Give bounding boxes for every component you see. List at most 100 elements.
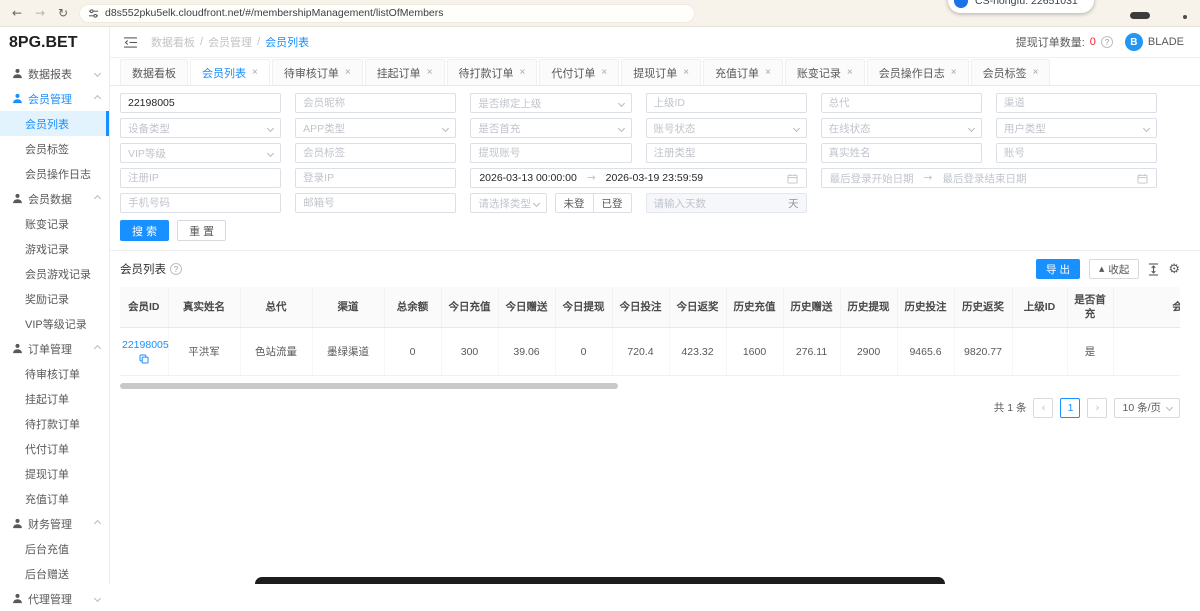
close-icon[interactable]: × [951,68,957,78]
browser-reload-icon[interactable]: ↻ [56,6,70,20]
page-number-button[interactable]: 1 [1060,398,1080,418]
close-icon[interactable]: × [601,68,607,78]
sidebar-item-member-tags[interactable]: 会员标签 [0,136,109,161]
close-icon[interactable]: × [847,68,853,78]
sidebar-item-account-change-records[interactable]: 账变记录 [0,211,109,236]
extension-icon[interactable] [1130,12,1150,19]
tab-member-tags[interactable]: 会员标签× [971,59,1051,85]
username-label[interactable]: BLADE [1148,36,1184,48]
help-icon[interactable]: ? [170,263,182,275]
tab-recharge-orders[interactable]: 充值订单× [703,59,783,85]
search-button[interactable]: 搜 索 [120,220,169,241]
browser-back-icon[interactable]: ← [10,6,24,20]
channel-input[interactable] [996,93,1157,113]
close-icon[interactable]: × [520,68,526,78]
tab-withdraw-orders[interactable]: 提现订单× [621,59,701,85]
register-ip-input[interactable] [120,168,281,188]
last-login-date-range[interactable]: 最后登录开始日期 → 最后登录结束日期 [821,168,1157,188]
close-icon[interactable]: × [345,68,351,78]
page-size-select[interactable]: 10 条/页 [1114,398,1180,418]
not-logged-button[interactable]: 未登 [555,193,594,213]
row-density-icon[interactable] [1148,263,1159,276]
tab-account-change-records[interactable]: 账变记录× [785,59,865,85]
sidebar-group-data-reports[interactable]: 数据报表 [0,61,109,86]
phone-input[interactable] [120,193,281,213]
close-icon[interactable]: × [683,68,689,78]
site-settings-icon[interactable] [88,8,99,19]
sidebar-item-vip-level-records[interactable]: VIP等级记录 [0,311,109,336]
sidebar-item-recharge-orders[interactable]: 充值订单 [0,486,109,511]
sidebar-item-backend-gift[interactable]: 后台赠送 [0,561,109,586]
sidebar-menu: 数据报表 会员管理 会员列表 会员标签 会员操作日志 会员数据 账变记录 游戏记… [0,58,109,611]
sidebar-group-member-management[interactable]: 会员管理 [0,86,109,111]
member-tag-input[interactable] [295,143,456,163]
register-date-range[interactable]: 2026-03-13 00:00:00 → 2026-03-19 23:59:5… [470,168,806,188]
member-id-input[interactable] [120,93,281,113]
real-name-input[interactable] [821,143,982,163]
tab-member-operation-log[interactable]: 会员操作日志× [867,59,969,85]
sidebar-group-finance-management[interactable]: 财务管理 [0,511,109,536]
breadcrumb-item[interactable]: 会员管理 [208,34,252,50]
reset-button[interactable]: 重 置 [177,220,226,241]
account-input[interactable] [996,143,1157,163]
member-id-link[interactable]: 22198005 [122,339,166,352]
sidebar-item-backend-recharge[interactable]: 后台充值 [0,536,109,561]
tab-dashboard[interactable]: 数据看板 [120,59,188,85]
address-bar[interactable]: d8s552pku5elk.cloudfront.net/#/membershi… [79,4,695,23]
close-icon[interactable]: × [427,68,433,78]
export-button[interactable]: 导 出 [1036,259,1080,279]
sidebar-item-member-operation-log[interactable]: 会员操作日志 [0,161,109,186]
prev-page-button[interactable]: ‹ [1033,398,1053,418]
days-input[interactable]: 请输入天数 天 [646,193,807,213]
sidebar-group-order-management[interactable]: 订单管理 [0,336,109,361]
login-ip-input[interactable] [295,168,456,188]
tab-pending-review-orders[interactable]: 待审核订单× [272,59,363,85]
first-charge-select[interactable]: 是否首充 [470,118,631,138]
logged-button[interactable]: 已登 [594,193,632,213]
sidebar-item-pending-review-orders[interactable]: 待审核订单 [0,361,109,386]
tab-suspended-orders[interactable]: 挂起订单× [365,59,445,85]
sidebar-fold-icon[interactable] [124,37,137,48]
general-agent-input[interactable] [821,93,982,113]
vip-level-select[interactable]: VIP等级 [120,143,281,163]
gear-icon[interactable]: ⚙ [1168,263,1180,276]
user-avatar[interactable]: B [1125,33,1143,51]
sidebar-item-game-records[interactable]: 游戏记录 [0,236,109,261]
browser-forward-icon[interactable]: → [33,6,47,20]
sidebar-item-reward-records[interactable]: 奖励记录 [0,286,109,311]
collapse-button[interactable]: ▲ 收起 [1089,259,1139,279]
browser-menu-icon[interactable] [1183,15,1187,19]
user-type-select[interactable]: 用户类型 [996,118,1157,138]
sidebar-item-proxy-payment-orders[interactable]: 代付订单 [0,436,109,461]
sidebar-item-member-list[interactable]: 会员列表 [0,111,109,136]
tab-proxy-payment-orders[interactable]: 代付订单× [539,59,619,85]
help-icon[interactable]: ? [1101,36,1113,48]
tab-member-list[interactable]: 会员列表× [190,59,270,85]
browser-profile-chip[interactable]: CS-nongfu: 22651031 [948,0,1094,13]
sidebar-group-member-data[interactable]: 会员数据 [0,186,109,211]
online-status-select[interactable]: 在线状态 [821,118,982,138]
sidebar-group-agent-management[interactable]: 代理管理 [0,586,109,611]
account-status-select[interactable]: 账号状态 [646,118,807,138]
next-page-button[interactable]: › [1087,398,1107,418]
nickname-input[interactable] [295,93,456,113]
bind-parent-select[interactable]: 是否绑定上级 [470,93,631,113]
login-type-select[interactable]: 请选择类型 [470,193,546,213]
copy-icon[interactable] [122,354,166,364]
app-type-select[interactable]: APP类型 [295,118,456,138]
close-icon[interactable]: × [1033,68,1039,78]
breadcrumb-item[interactable]: 数据看板 [151,34,195,50]
horizontal-scrollbar[interactable] [120,383,618,389]
register-type-input[interactable] [646,143,807,163]
withdraw-account-input[interactable] [470,143,631,163]
close-icon[interactable]: × [765,68,771,78]
sidebar-item-withdraw-orders[interactable]: 提现订单 [0,461,109,486]
sidebar-item-pending-payment-orders[interactable]: 待打款订单 [0,411,109,436]
close-icon[interactable]: × [252,68,258,78]
parent-id-input[interactable] [646,93,807,113]
email-input[interactable] [295,193,456,213]
device-type-select[interactable]: 设备类型 [120,118,281,138]
tab-pending-payment-orders[interactable]: 待打款订单× [447,59,538,85]
sidebar-item-member-game-records[interactable]: 会员游戏记录 [0,261,109,286]
sidebar-item-suspended-orders[interactable]: 挂起订单 [0,386,109,411]
